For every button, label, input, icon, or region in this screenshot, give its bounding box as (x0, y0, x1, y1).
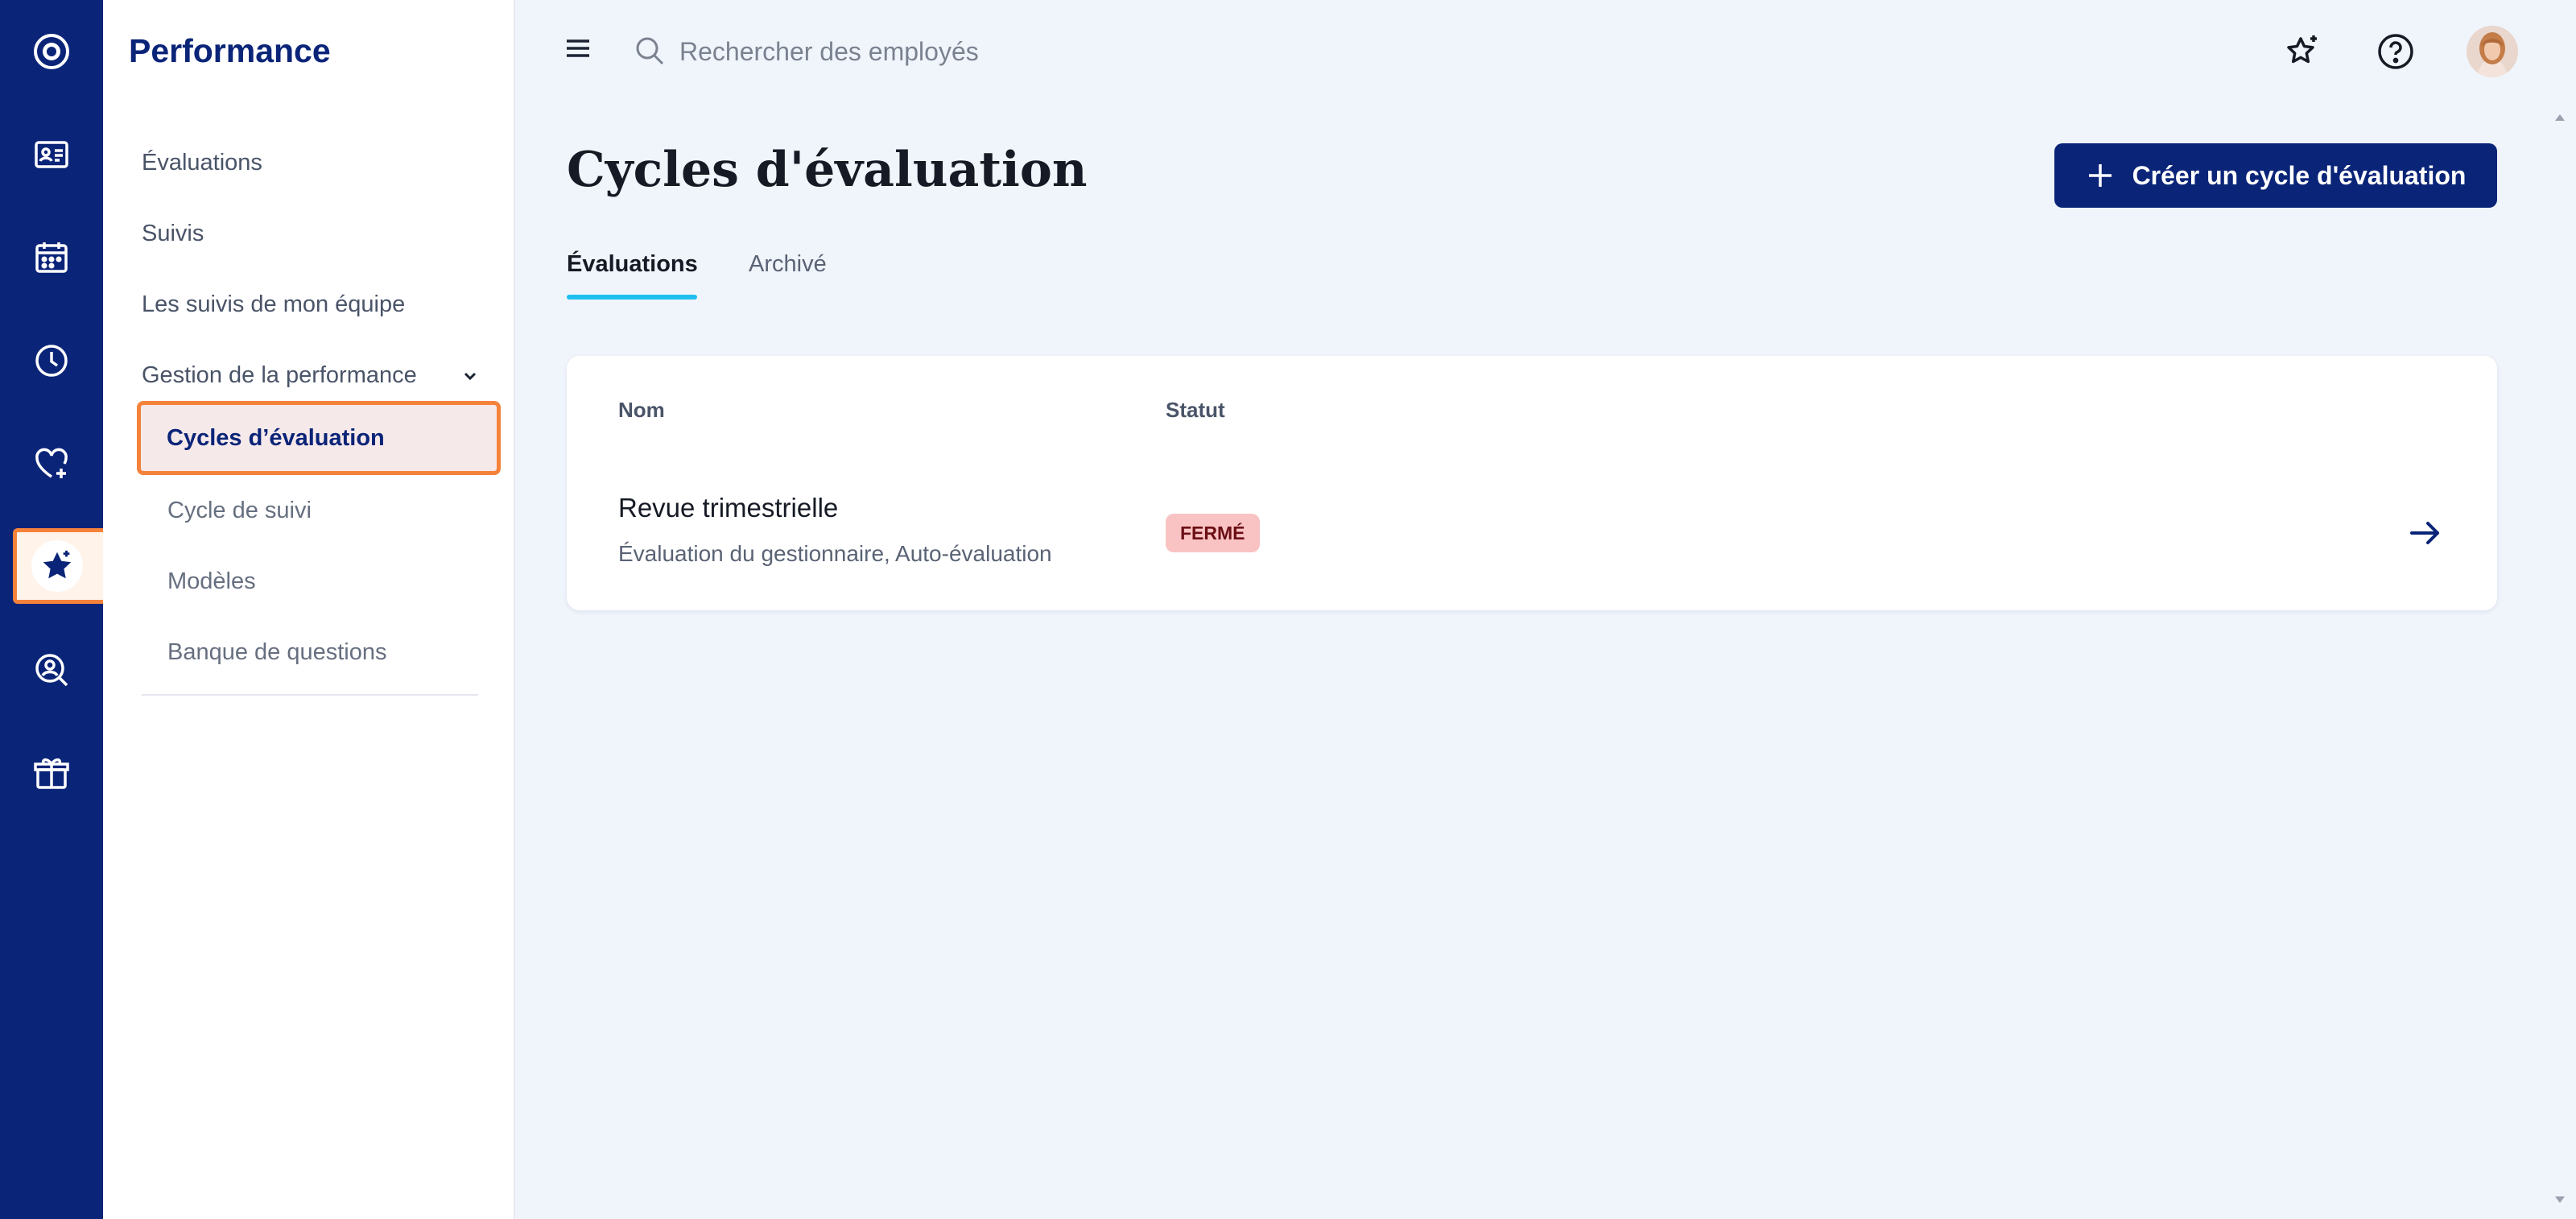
plus-icon (2088, 164, 2112, 187)
help-icon[interactable] (2375, 31, 2417, 72)
performance-star-icon (31, 540, 83, 592)
page-title: Cycles d'évaluation (567, 142, 1088, 198)
nav-item-label: Cycles d’évaluation (167, 424, 385, 451)
user-search-icon[interactable] (19, 638, 84, 702)
tab-archived[interactable]: Archivé (749, 251, 827, 278)
hamburger-menu-icon[interactable] (564, 34, 592, 63)
user-avatar[interactable] (2467, 26, 2518, 77)
nav-item-followup-cycle[interactable]: Cycle de suivi (167, 498, 312, 524)
heart-plus-icon[interactable] (19, 432, 84, 496)
column-header-status: Statut (1166, 398, 1225, 422)
column-header-name: Nom (618, 398, 665, 422)
search-icon (636, 37, 664, 65)
calendar-icon[interactable] (19, 225, 84, 290)
create-button-label: Créer un cycle d'évaluation (2132, 160, 2467, 190)
cycle-description: Évaluation du gestionnaire, Auto-évaluat… (618, 541, 1052, 566)
rail-performance-highlight[interactable] (13, 528, 108, 604)
scroll-up-arrow-icon[interactable] (2552, 110, 2568, 126)
performance-subnav: Performance Évaluations Suivis Les suivi… (103, 0, 515, 1219)
subnav-divider (142, 694, 478, 696)
nav-group-performance-management[interactable]: Gestion de la performance (142, 362, 480, 389)
active-tab-indicator (567, 295, 697, 300)
app-rail (0, 0, 108, 1219)
cycle-name: Revue trimestrielle (618, 493, 839, 523)
star-sparkle-icon[interactable] (2281, 31, 2323, 72)
tab-evaluations[interactable]: Évaluations (567, 251, 698, 278)
nav-group-label: Gestion de la performance (142, 362, 417, 388)
evaluation-cycles-table: Nom Statut Revue trimestrielle Évaluatio… (567, 356, 2497, 610)
subnav-title: Performance (129, 32, 331, 69)
gift-box-icon[interactable] (19, 741, 84, 805)
scroll-down-arrow-icon[interactable] (2552, 1192, 2568, 1208)
app-logo-icon[interactable] (19, 19, 84, 84)
employee-card-icon[interactable] (19, 122, 84, 187)
arrow-right-icon[interactable] (2405, 514, 2444, 552)
nav-item-evaluations[interactable]: Évaluations (142, 150, 262, 176)
nav-item-question-bank[interactable]: Banque de questions (167, 639, 387, 666)
chevron-down-icon (464, 372, 477, 380)
nav-item-templates[interactable]: Modèles (167, 568, 256, 595)
nav-item-team-followups[interactable]: Les suivis de mon équipe (142, 291, 405, 318)
status-badge: FERMÉ (1166, 514, 1260, 552)
nav-item-suivis[interactable]: Suivis (142, 221, 204, 247)
create-evaluation-cycle-button[interactable]: Créer un cycle d'évaluation (2054, 143, 2497, 208)
employee-search-input[interactable] (679, 31, 1323, 72)
nav-item-evaluation-cycles[interactable]: Cycles d’évaluation (137, 401, 501, 475)
clock-icon[interactable] (19, 329, 84, 393)
